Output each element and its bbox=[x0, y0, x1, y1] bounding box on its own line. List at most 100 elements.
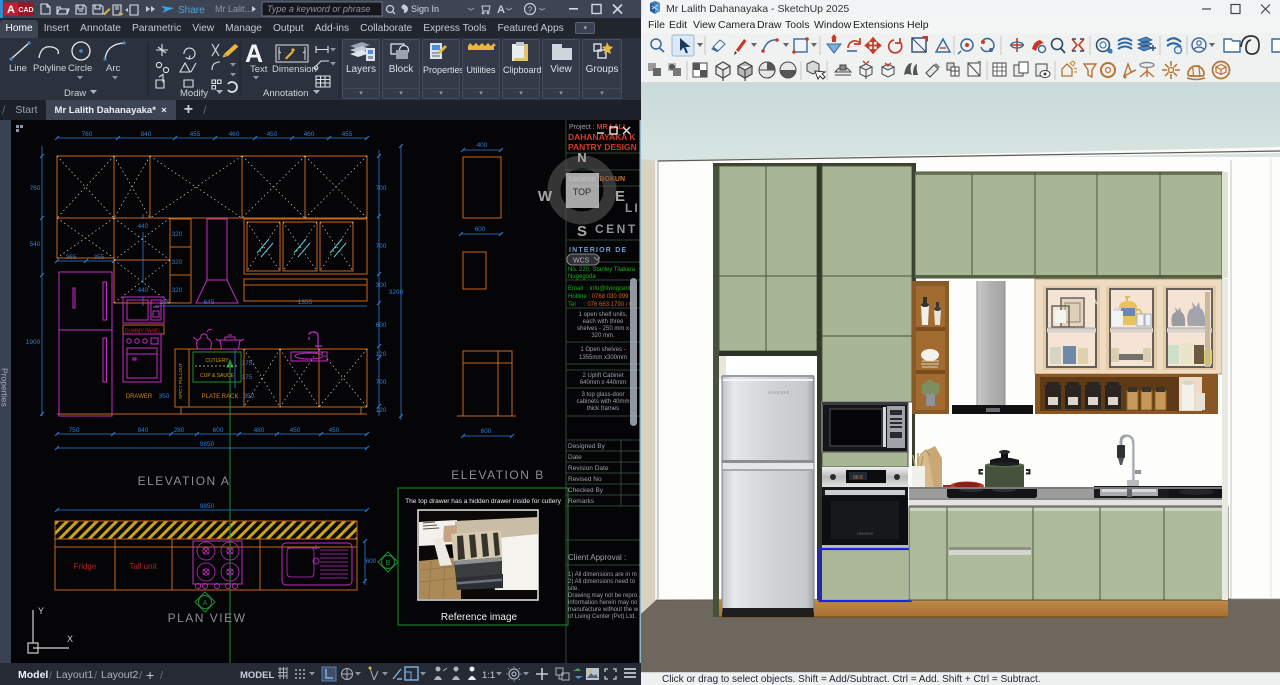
svg-text:Y: Y bbox=[38, 606, 44, 616]
svg-text:320 mm.: 320 mm. bbox=[591, 333, 615, 339]
svg-text:1:1: 1:1 bbox=[482, 670, 495, 681]
svg-text:455: 455 bbox=[342, 131, 353, 138]
svg-text:Tel : 076 663 1790 / 0: Tel : 076 663 1790 / 0 bbox=[568, 302, 633, 308]
svg-text:700: 700 bbox=[376, 243, 387, 250]
svg-text:/: / bbox=[49, 670, 53, 682]
svg-text:450: 450 bbox=[267, 131, 278, 138]
svg-text:Email : info@livingcente: Email : info@livingcente bbox=[568, 286, 634, 292]
svg-text:540: 540 bbox=[30, 241, 41, 248]
svg-text:PLATE RACK: PLATE RACK bbox=[202, 394, 239, 400]
svg-text:460: 460 bbox=[229, 131, 240, 138]
svg-text:320: 320 bbox=[172, 259, 183, 266]
svg-text:1355: 1355 bbox=[298, 299, 313, 306]
svg-text:1355mm x300mm: 1355mm x300mm bbox=[579, 355, 627, 361]
svg-text:shelves - 250 mm x: shelves - 250 mm x bbox=[577, 326, 629, 332]
svg-text:X: X bbox=[67, 634, 73, 644]
svg-text:information herein may no: information herein may no bbox=[568, 600, 638, 606]
svg-text:+: + bbox=[146, 667, 154, 683]
svg-text:?: ? bbox=[528, 6, 533, 15]
svg-text:site.: site. bbox=[568, 586, 579, 592]
svg-text:Layout2: Layout2 bbox=[101, 669, 139, 681]
svg-text:1 Open shelves -: 1 Open shelves - bbox=[580, 347, 625, 353]
svg-text:ELEVATION A: ELEVATION A bbox=[138, 474, 231, 488]
svg-text:600: 600 bbox=[481, 428, 492, 435]
svg-text:280: 280 bbox=[174, 427, 185, 434]
svg-text:440: 440 bbox=[138, 223, 149, 230]
svg-text:Nugegoda: Nugegoda bbox=[568, 274, 596, 280]
svg-text:CAD: CAD bbox=[18, 7, 33, 14]
svg-text:each with three: each with three bbox=[583, 319, 624, 325]
svg-text:of Living Center (Pvt) Ltd.: of Living Center (Pvt) Ltd. bbox=[568, 614, 636, 620]
svg-text:Remarks: Remarks bbox=[568, 498, 595, 505]
svg-text:440: 440 bbox=[138, 287, 149, 294]
svg-text:480: 480 bbox=[254, 427, 265, 434]
svg-text:9850: 9850 bbox=[200, 503, 215, 510]
svg-text:N: N bbox=[577, 150, 586, 165]
svg-text:Mr Lalith Dahanayaka - SketchU: Mr Lalith Dahanayaka - SketchUp 2025 bbox=[666, 3, 849, 15]
svg-text:350: 350 bbox=[159, 393, 170, 400]
svg-text:640mm x 440mm: 640mm x 440mm bbox=[580, 380, 626, 386]
svg-text:840: 840 bbox=[138, 427, 149, 434]
svg-text:Layout1: Layout1 bbox=[56, 669, 94, 681]
svg-text:DRAWER: DRAWER bbox=[126, 394, 153, 400]
svg-text:Sign In: Sign In bbox=[411, 4, 439, 14]
svg-text:A: A bbox=[497, 4, 505, 16]
svg-text:Type a keyword or phrase: Type a keyword or phrase bbox=[267, 4, 370, 14]
svg-text:450: 450 bbox=[329, 427, 340, 434]
svg-text:MODEL: MODEL bbox=[240, 670, 275, 681]
svg-text:manufacture without the w: manufacture without the w bbox=[568, 607, 639, 613]
svg-text:ELEVATION B: ELEVATION B bbox=[451, 468, 544, 482]
svg-text:Client Approval :: Client Approval : bbox=[568, 553, 626, 562]
svg-text:WCS: WCS bbox=[573, 258, 590, 265]
svg-text:750: 750 bbox=[69, 427, 80, 434]
svg-text:2 Uplift Cabinet: 2 Uplift Cabinet bbox=[582, 373, 623, 379]
svg-text:1900: 1900 bbox=[26, 339, 41, 346]
svg-text:A: A bbox=[203, 600, 208, 607]
svg-text:CENT: CENT bbox=[595, 222, 638, 236]
svg-text:Hotline : 0768 030 999: Hotline : 0768 030 999 bbox=[568, 294, 629, 300]
svg-text:450: 450 bbox=[290, 427, 301, 434]
svg-text:600: 600 bbox=[376, 322, 387, 329]
svg-text:9850: 9850 bbox=[200, 441, 215, 448]
svg-text:120: 120 bbox=[376, 407, 387, 414]
svg-text:Revision Date: Revision Date bbox=[568, 465, 609, 472]
svg-text:175: 175 bbox=[242, 374, 253, 381]
svg-text:Fridge: Fridge bbox=[74, 562, 97, 571]
svg-text:E: E bbox=[615, 188, 625, 205]
svg-text:/: / bbox=[94, 670, 98, 682]
svg-text:1 open shelf units,: 1 open shelf units, bbox=[579, 312, 628, 318]
svg-text:840: 840 bbox=[141, 131, 152, 138]
svg-text:400: 400 bbox=[477, 142, 488, 149]
svg-text:cabinets with 40mm: cabinets with 40mm bbox=[576, 399, 629, 405]
svg-text:Reference image: Reference image bbox=[441, 612, 518, 623]
svg-text:600: 600 bbox=[213, 427, 224, 434]
svg-text:The top drawer has a hidden dr: The top drawer has a hidden drawer insid… bbox=[405, 498, 561, 505]
svg-text:320: 320 bbox=[172, 287, 183, 294]
svg-text:DUMMY PANEL: DUMMY PANEL bbox=[125, 329, 161, 335]
svg-text:INTERIOR DE: INTERIOR DE bbox=[569, 247, 627, 254]
svg-text:CUTLERY: CUTLERY bbox=[205, 358, 229, 364]
svg-text:Designed By: Designed By bbox=[568, 443, 606, 450]
svg-text:CUP & SAUCE: CUP & SAUCE bbox=[200, 373, 234, 379]
svg-text:700: 700 bbox=[376, 379, 387, 386]
svg-text:760: 760 bbox=[30, 185, 41, 192]
svg-text:PLAN VIEW: PLAN VIEW bbox=[168, 611, 247, 625]
svg-text:/: / bbox=[160, 670, 164, 682]
svg-text:700: 700 bbox=[376, 185, 387, 192]
svg-text:300: 300 bbox=[376, 282, 387, 289]
svg-text:Model: Model bbox=[18, 669, 48, 681]
svg-text:350: 350 bbox=[244, 393, 255, 400]
svg-text:3 top glass-door: 3 top glass-door bbox=[581, 392, 624, 398]
svg-text:600: 600 bbox=[366, 558, 377, 565]
svg-text:/: / bbox=[139, 670, 143, 682]
svg-text:A: A bbox=[7, 4, 15, 16]
svg-text:Checked By: Checked By bbox=[568, 487, 604, 494]
svg-text:Mr Lalit...: Mr Lalit... bbox=[215, 4, 252, 14]
svg-text:Properties: Properties bbox=[0, 368, 10, 407]
svg-text:S: S bbox=[577, 223, 587, 240]
svg-text:Share: Share bbox=[178, 5, 205, 16]
svg-text:120: 120 bbox=[376, 351, 387, 358]
svg-text:3200: 3200 bbox=[389, 289, 404, 296]
svg-text:Drawing may not be repro: Drawing may not be repro bbox=[568, 593, 638, 599]
svg-text:760: 760 bbox=[82, 131, 93, 138]
